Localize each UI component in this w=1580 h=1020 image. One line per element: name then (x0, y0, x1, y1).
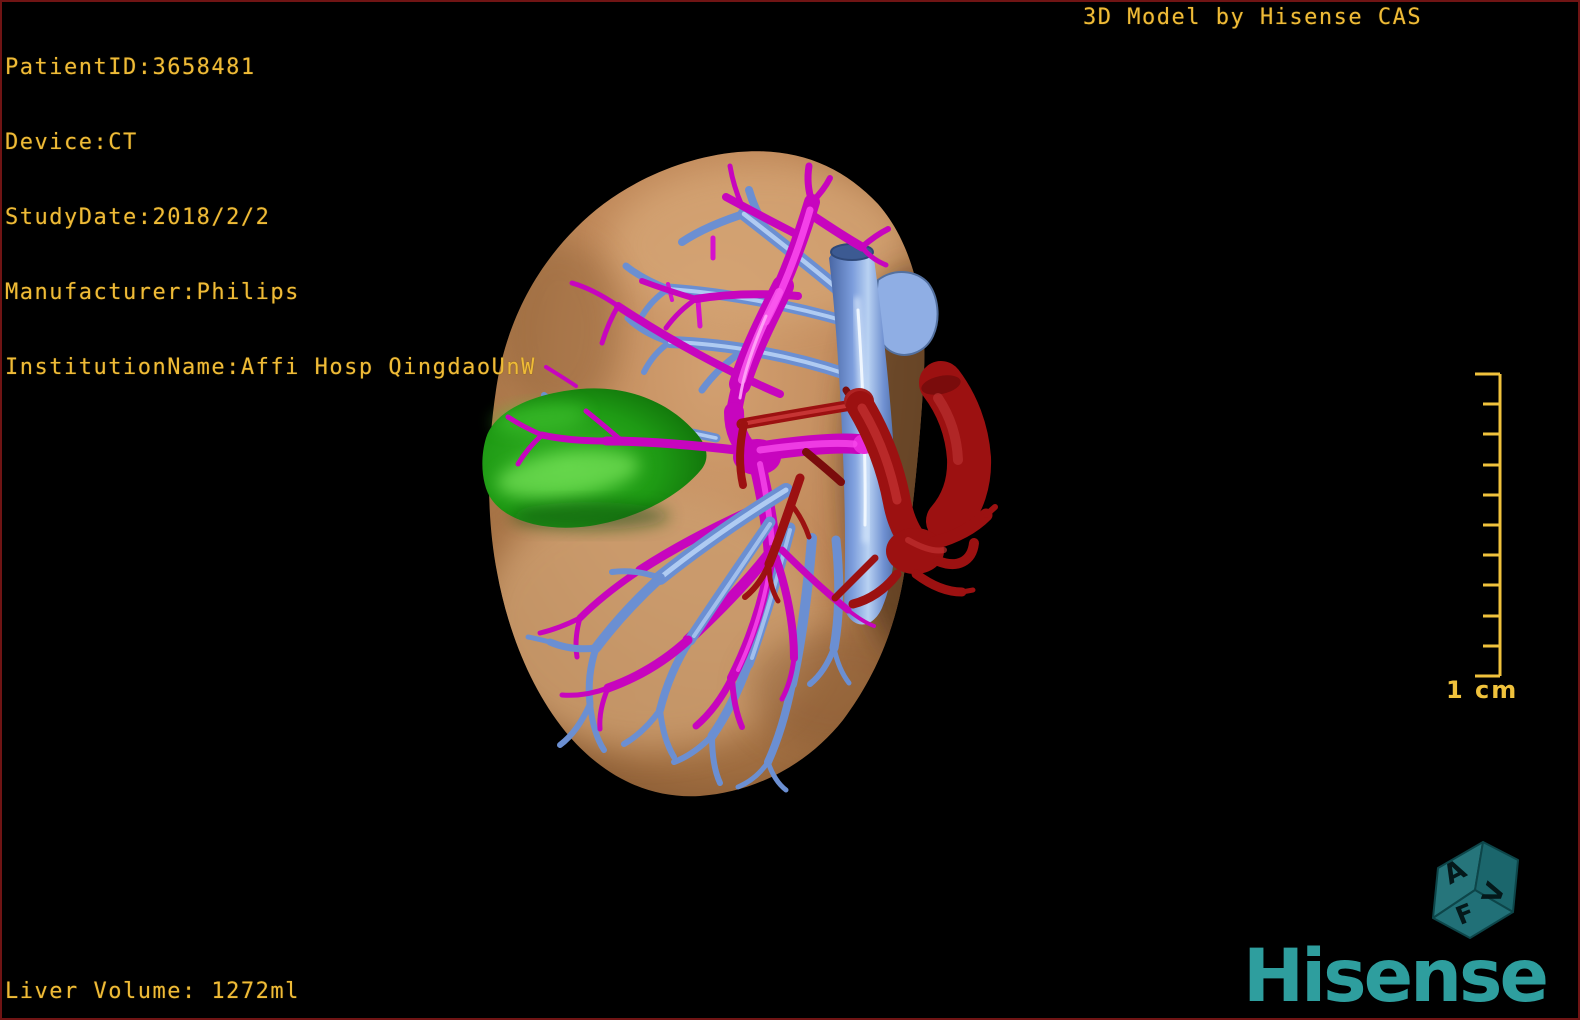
scale-ruler: 1 cm (1446, 372, 1518, 704)
hisense-logo: Hisense (1243, 934, 1549, 1019)
patient-id-line: PatientID:3658481 (5, 55, 256, 80)
viewer-root: { "header": { "patient_info_lines": [ "P… (0, 0, 1580, 1020)
scale-ruler-label: 1 cm (1446, 676, 1518, 704)
study-date-line: StudyDate:2018/2/2 (5, 205, 271, 230)
liver-volume-readout: Liver Volume: 1272ml (5, 979, 300, 1004)
watermark-title: 3D Model by Hisense CAS (1083, 5, 1423, 30)
institution-line: InstitutionName:Affi Hosp QingdaoUnW (5, 355, 536, 380)
orientation-cube[interactable]: A V F (1432, 841, 1519, 939)
device-line: Device:CT (5, 130, 138, 155)
liver-3d-model-group[interactable] (480, 151, 998, 797)
patient-metadata: PatientID:3658481 Device:CT StudyDate:20… (5, 5, 536, 405)
manufacturer-line: Manufacturer:Philips (5, 280, 300, 305)
